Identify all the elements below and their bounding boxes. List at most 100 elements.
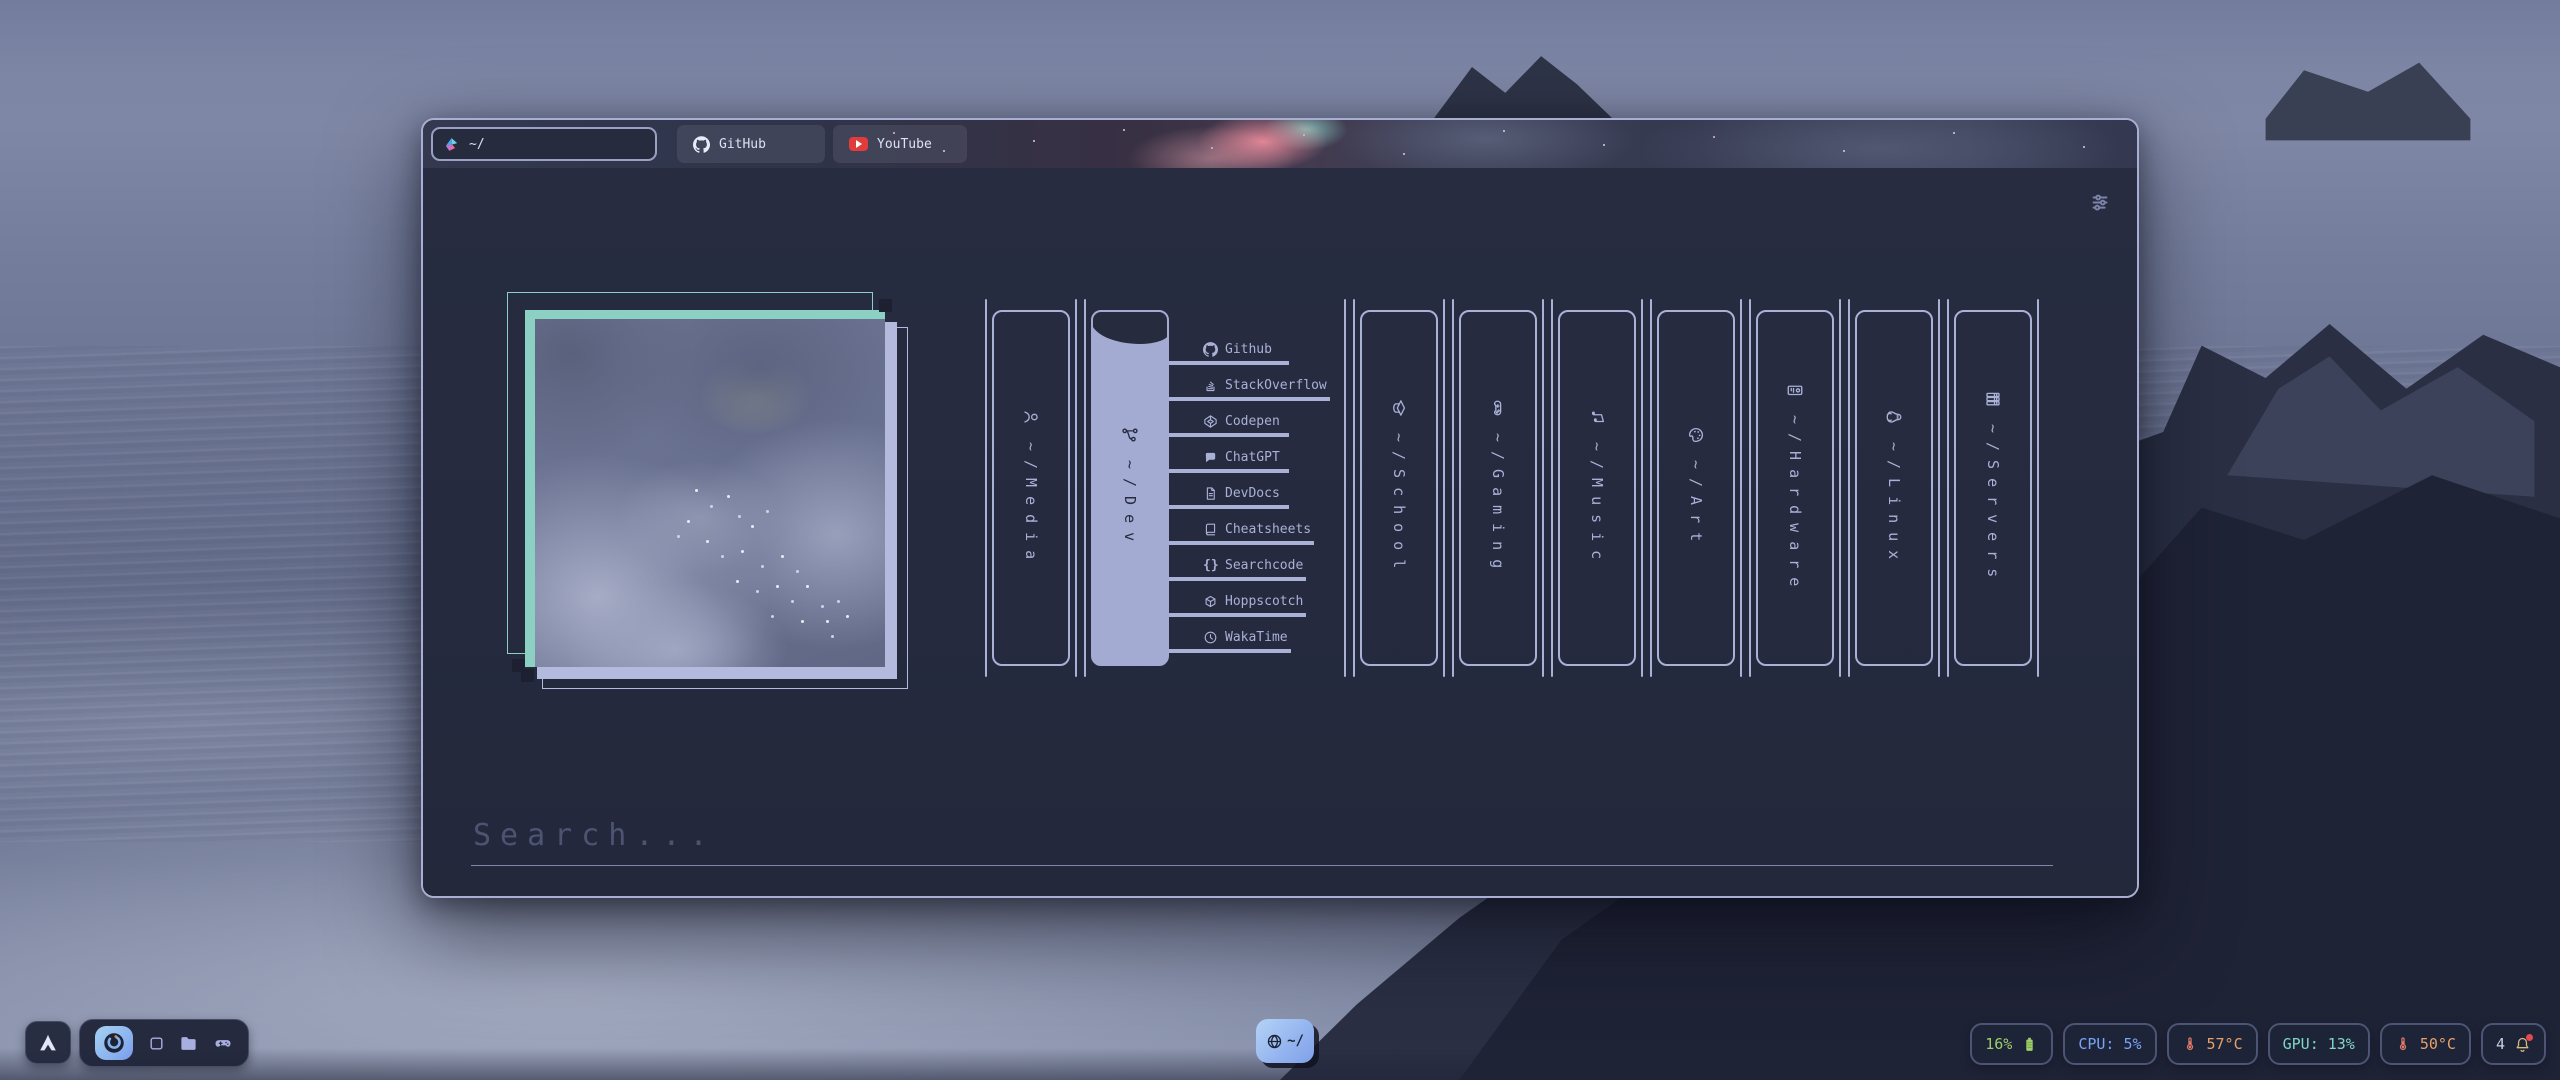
taskbar-dock <box>79 1019 249 1067</box>
cpu-label: CPU: <box>2078 1035 2114 1053</box>
palette-icon <box>1687 426 1705 444</box>
shelf-divider <box>1641 299 1652 677</box>
link-hoppscotch[interactable]: Hoppscotch <box>1169 592 1306 617</box>
dev-links-list: Github StackOverflow Codepen <box>1169 310 1339 664</box>
status-bar: 16% CPU: 5% 57°C GPU: 13% 50°C 4 <box>1970 1023 2546 1065</box>
dock-item-window[interactable] <box>148 1035 165 1052</box>
youtube-icon <box>849 137 868 151</box>
link-label: Hoppscotch <box>1225 594 1303 609</box>
link-label: StackOverflow <box>1225 378 1327 393</box>
shelf-divider <box>1344 299 1355 677</box>
book-servers[interactable]: ~/Servers <box>1954 310 2032 666</box>
shelf-divider <box>1839 299 1850 677</box>
shelf-divider <box>1075 299 1086 677</box>
firefox-icon <box>101 1030 127 1056</box>
document-icon <box>1203 486 1218 501</box>
notification-count: 4 <box>2496 1035 2505 1053</box>
tabbar-artwork-speckles <box>423 120 425 122</box>
gamepad-icon <box>1489 399 1507 417</box>
dock-item-games[interactable] <box>213 1033 233 1053</box>
focused-window-label: ~/ <box>1287 1033 1304 1049</box>
link-searchcode[interactable]: {} Searchcode <box>1169 556 1306 581</box>
frame-corner-handle <box>879 299 892 312</box>
shelf-divider <box>2037 299 2039 677</box>
git-branch-icon <box>1121 426 1139 444</box>
link-github[interactable]: Github <box>1169 340 1289 365</box>
book-label: ~/Hardware <box>1786 415 1804 595</box>
book-label: ~/School <box>1390 433 1408 577</box>
book-hardware[interactable]: ~/Hardware <box>1756 310 1834 666</box>
gpu-label: GPU: <box>2283 1035 2319 1053</box>
book-label: ~/Servers <box>1984 424 2002 586</box>
link-label: ChatGPT <box>1225 450 1280 465</box>
globe-icon <box>1266 1033 1283 1050</box>
search-input[interactable] <box>471 818 2053 866</box>
gpu-temp-value: 50°C <box>2420 1035 2456 1053</box>
book-label: ~/Linux <box>1885 442 1903 568</box>
book-gaming[interactable]: ~/Gaming <box>1459 310 1537 666</box>
codepen-icon <box>1203 414 1218 429</box>
chat-bubble-icon <box>1203 450 1218 465</box>
startpage-content: ~/Media ~/Dev Github <box>423 168 2137 896</box>
book-icon <box>1203 522 1218 537</box>
bookshelf: ~/Media ~/Dev Github <box>980 310 2044 666</box>
focused-window-indicator[interactable]: ~/ <box>1256 1019 1314 1063</box>
cpu-temp-value: 57°C <box>2207 1035 2243 1053</box>
shelf-divider <box>1443 299 1454 677</box>
sliders-icon[interactable] <box>2089 192 2111 214</box>
link-label: WakaTime <box>1225 630 1288 645</box>
book-label: ~/Dev <box>1121 460 1139 550</box>
link-chatgpt[interactable]: ChatGPT <box>1169 448 1289 473</box>
battery-percent: 16% <box>1985 1035 2012 1053</box>
github-icon <box>1203 342 1218 357</box>
cloud-night-sky-art <box>525 310 885 667</box>
book-media[interactable]: ~/Media <box>992 310 1070 666</box>
tab-label: YouTube <box>877 137 932 152</box>
stackoverflow-icon <box>1203 378 1218 393</box>
gamepad-icon <box>213 1033 233 1053</box>
computer-icon <box>1786 381 1804 399</box>
link-label: Codepen <box>1225 414 1280 429</box>
tab-github[interactable]: GitHub <box>677 125 825 163</box>
zen-browser-logo <box>443 136 460 153</box>
link-devdocs[interactable]: DevDocs <box>1169 484 1289 509</box>
app-launcher-button[interactable] <box>25 1021 71 1064</box>
book-dev[interactable]: ~/Dev <box>1091 310 1169 666</box>
book-school[interactable]: ~/School <box>1360 310 1438 666</box>
link-label: Searchcode <box>1225 558 1303 573</box>
tab-youtube[interactable]: YouTube <box>833 125 967 163</box>
arch-logo-icon <box>37 1032 59 1054</box>
link-label: Cheatsheets <box>1225 522 1311 537</box>
tab-bar: ~/ GitHub YouTube <box>423 120 2137 168</box>
book-label: ~/Music <box>1588 442 1606 568</box>
tux-icon <box>1885 408 1903 426</box>
music-note-icon <box>1588 408 1606 426</box>
book-label: ~/Gaming <box>1489 433 1507 577</box>
battery-chip: 16% <box>1970 1023 2053 1065</box>
shelf-divider <box>1542 299 1553 677</box>
tab-home[interactable]: ~/ <box>431 127 657 161</box>
gpu-value: 13% <box>2328 1035 2355 1053</box>
link-wakatime[interactable]: WakaTime <box>1169 628 1291 653</box>
book-dev-open: ~/Dev Github StackOverflow <box>1091 310 1339 666</box>
dock-item-browser[interactable] <box>95 1026 133 1060</box>
browser-window: ~/ GitHub YouTube <box>421 118 2139 898</box>
link-cheatsheets[interactable]: Cheatsheets <box>1169 520 1314 545</box>
book-art[interactable]: ~/Art <box>1657 310 1735 666</box>
book-linux[interactable]: ~/Linux <box>1855 310 1933 666</box>
cpu-chip: CPU: 5% <box>2063 1023 2156 1065</box>
notifications-chip[interactable]: 4 <box>2481 1023 2546 1065</box>
dock-item-files[interactable] <box>179 1034 198 1053</box>
notification-badge <box>2526 1034 2533 1041</box>
cpu-temp-chip: 57°C <box>2167 1023 2258 1065</box>
book-music[interactable]: ~/Music <box>1558 310 1636 666</box>
gpu-chip: GPU: 13% <box>2268 1023 2370 1065</box>
link-codepen[interactable]: Codepen <box>1169 412 1289 437</box>
server-rack-icon <box>1984 390 2002 408</box>
graduation-cap-icon <box>1390 399 1408 417</box>
link-label: Github <box>1225 342 1272 357</box>
link-stackoverflow[interactable]: StackOverflow <box>1169 376 1330 401</box>
clock-icon <box>1203 630 1218 645</box>
book-label: ~/Media <box>1022 442 1040 568</box>
star-dots <box>535 319 538 322</box>
